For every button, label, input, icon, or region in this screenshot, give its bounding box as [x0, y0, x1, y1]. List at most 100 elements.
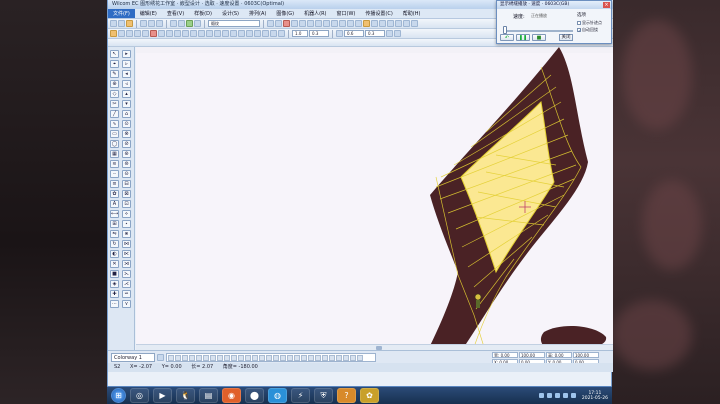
- tool-icon[interactable]: [339, 20, 346, 27]
- text-icon[interactable]: A: [110, 200, 119, 208]
- menu-edit[interactable]: 编辑(E): [135, 9, 162, 18]
- tool-icon[interactable]: ⋎: [122, 300, 131, 308]
- tool-icon[interactable]: [246, 30, 253, 37]
- tool-icon[interactable]: [275, 20, 282, 27]
- tool-icon[interactable]: [283, 20, 290, 27]
- trim-icon[interactable]: ✕: [110, 260, 119, 268]
- folder-icon[interactable]: ▤: [199, 388, 218, 403]
- redo-icon[interactable]: [178, 20, 185, 27]
- palette-icon[interactable]: [157, 353, 164, 361]
- tool-icon[interactable]: ⊙: [122, 120, 131, 128]
- app-icon[interactable]: ✿: [360, 388, 379, 403]
- dialog-close-button[interactable]: 关闭: [559, 34, 573, 41]
- tool-icon[interactable]: ▹: [122, 60, 131, 68]
- menu-window[interactable]: 窗口(W): [332, 9, 361, 18]
- stop-icon[interactable]: ■: [110, 270, 119, 278]
- menu-design[interactable]: 设计(S): [217, 9, 244, 18]
- tool-icon[interactable]: [270, 30, 277, 37]
- tool-icon[interactable]: [158, 30, 165, 37]
- tool-icon[interactable]: ⊝: [122, 170, 131, 178]
- tool-icon[interactable]: ⊜: [122, 160, 131, 168]
- grid-icon[interactable]: [194, 20, 201, 27]
- open-icon[interactable]: [118, 20, 125, 27]
- tool-icon[interactable]: ⋄: [122, 210, 131, 218]
- start-icon[interactable]: ⊞: [111, 388, 126, 403]
- value-d-field[interactable]: 0.3: [365, 30, 385, 37]
- tool-icon[interactable]: ⊡: [122, 200, 131, 208]
- tray-icon[interactable]: [538, 393, 544, 398]
- color-palette[interactable]: [166, 352, 376, 362]
- penguin-icon[interactable]: 🐧: [176, 388, 195, 403]
- zoom-icon[interactable]: ⊕: [110, 80, 119, 88]
- run-icon[interactable]: ┄: [110, 170, 119, 178]
- tool-icon[interactable]: [323, 20, 330, 27]
- menu-help[interactable]: 帮助(H): [398, 9, 426, 18]
- object-icon[interactable]: [110, 30, 117, 37]
- pointer-icon[interactable]: ↖: [110, 50, 119, 58]
- tool-icon[interactable]: [386, 30, 393, 37]
- speed-slider-thumb[interactable]: [503, 26, 507, 34]
- width-pct-field[interactable]: 100.00: [519, 352, 545, 358]
- tool-icon[interactable]: [347, 20, 354, 27]
- rewind-button[interactable]: ↶: [500, 34, 514, 41]
- tool-icon[interactable]: [222, 30, 229, 37]
- tool-icon[interactable]: [238, 30, 245, 37]
- tool-icon[interactable]: [394, 30, 401, 37]
- tool-icon[interactable]: ⊛: [122, 150, 131, 158]
- stitch-type-select[interactable]: 缎纹: [208, 20, 260, 27]
- tool-icon[interactable]: [363, 20, 370, 27]
- ellipse-icon[interactable]: ◯: [110, 140, 119, 148]
- menu-machine[interactable]: 机器人(R): [299, 9, 331, 18]
- tool-icon[interactable]: [126, 30, 133, 37]
- tool-icon[interactable]: [166, 30, 173, 37]
- tool-icon[interactable]: [118, 30, 125, 37]
- app-icon[interactable]: ◉: [222, 388, 241, 403]
- tool-icon[interactable]: ▴: [122, 90, 131, 98]
- tool-icon[interactable]: [190, 30, 197, 37]
- value-a-field[interactable]: 1.0: [292, 30, 308, 37]
- show-points-checkbox[interactable]: [577, 21, 581, 25]
- tray-icon[interactable]: [546, 393, 552, 398]
- value-c-field[interactable]: 0.6: [344, 30, 364, 37]
- satin-icon[interactable]: ≋: [110, 160, 119, 168]
- tool-icon[interactable]: [379, 20, 386, 27]
- tool-icon[interactable]: [142, 30, 149, 37]
- colorway-select[interactable]: Colorway 1: [111, 352, 155, 362]
- cross-icon[interactable]: ✚: [110, 290, 119, 298]
- grid-icon[interactable]: ⊞: [110, 220, 119, 228]
- height-field[interactable]: 高: 0.00: [546, 352, 572, 358]
- tool-icon[interactable]: [182, 30, 189, 37]
- triple-icon[interactable]: ≡: [110, 180, 119, 188]
- color-icon[interactable]: ◐: [110, 250, 119, 258]
- auto-rewind-checkbox[interactable]: ✓: [577, 28, 581, 33]
- width-field[interactable]: 宽: 0.00: [492, 352, 518, 358]
- tool-icon[interactable]: [371, 20, 378, 27]
- tool-icon[interactable]: [315, 20, 322, 27]
- tool-icon[interactable]: ▸: [122, 50, 131, 58]
- tool-icon[interactable]: [299, 20, 306, 27]
- tool-icon[interactable]: ⋋: [122, 270, 131, 278]
- menu-template[interactable]: 样板(D): [189, 9, 217, 18]
- menu-arrange[interactable]: 排列(A): [244, 9, 271, 18]
- clock[interactable]: 17:11 2021-05-26: [579, 391, 608, 401]
- video-icon[interactable]: ▶: [153, 388, 172, 403]
- height-pct-field[interactable]: 100.00: [573, 352, 599, 358]
- app-icon[interactable]: ⬤: [245, 388, 264, 403]
- tool-icon[interactable]: [278, 30, 285, 37]
- tool-icon[interactable]: ⊟: [122, 180, 131, 188]
- tool-icon[interactable]: ⋯: [110, 300, 119, 308]
- curve-icon[interactable]: ∿: [110, 120, 119, 128]
- tool-icon[interactable]: ⋉: [122, 250, 131, 258]
- tool-icon[interactable]: [174, 30, 181, 37]
- paste-icon[interactable]: [156, 20, 163, 27]
- tool-icon[interactable]: [267, 20, 274, 27]
- tool-icon[interactable]: ⋍: [122, 290, 131, 298]
- browser-icon[interactable]: ◎: [130, 388, 149, 403]
- tool-icon[interactable]: ⋈: [122, 240, 131, 248]
- speed-slider-track[interactable]: [503, 30, 573, 32]
- motif-icon[interactable]: ✿: [110, 190, 119, 198]
- knife-icon[interactable]: ✂: [110, 100, 119, 108]
- tool-icon[interactable]: [307, 20, 314, 27]
- tool-icon[interactable]: ⋊: [122, 260, 131, 268]
- tool-icon[interactable]: ⋆: [122, 220, 131, 228]
